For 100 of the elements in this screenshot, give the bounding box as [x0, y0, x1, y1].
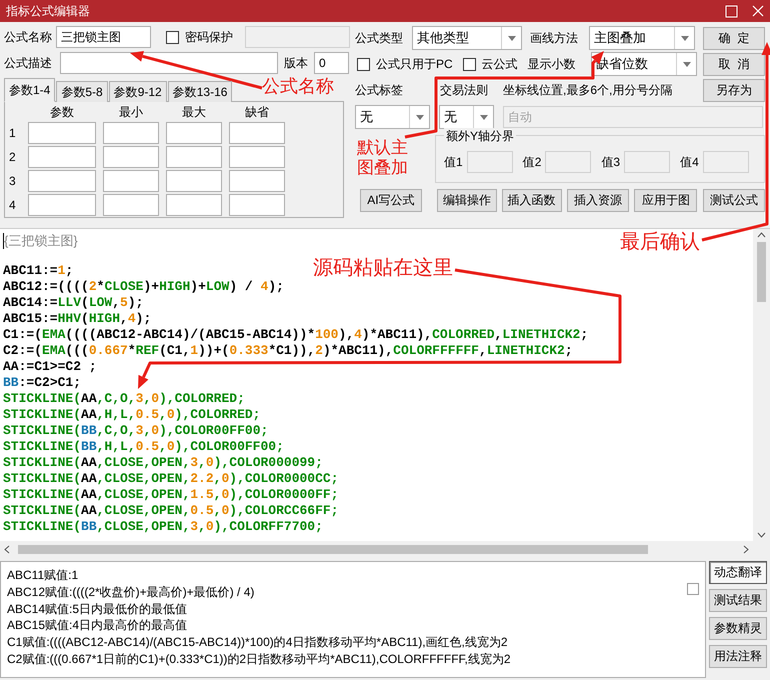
- translation-line: ABC11赋值:1: [7, 567, 78, 584]
- field-label: 值2: [522, 154, 542, 170]
- param-input[interactable]: [103, 146, 159, 168]
- field-label: 值3: [601, 154, 620, 170]
- annotation-text: 源码粘贴在这里: [313, 256, 453, 280]
- field-label: 版本: [284, 54, 308, 72]
- scroll-down-icon[interactable]: [757, 532, 766, 538]
- row-number: 3: [9, 174, 17, 188]
- field-label: 画线方法: [530, 30, 579, 46]
- code-line: C2:=(EMA(((0.667*REF(C1,1))+(0.333*C1)),2)*ABC11),COLORFFFFFF,LINETHICK2;: [3, 343, 573, 359]
- param-input[interactable]: [28, 170, 96, 192]
- code-line: ABC11:=1;: [3, 263, 74, 279]
- param-input[interactable]: [28, 194, 96, 216]
- param-input[interactable]: [229, 194, 285, 216]
- param-input[interactable]: [166, 146, 222, 168]
- param-input[interactable]: [103, 122, 159, 144]
- annotation-text: 最后确认: [620, 230, 700, 254]
- tag-dropdown[interactable]: 无: [355, 105, 430, 129]
- field-label: 值4: [680, 154, 699, 170]
- code-line: STICKLINE(AA,C,O,3,0),COLORRED;: [3, 391, 245, 407]
- param-input[interactable]: [166, 194, 222, 216]
- checkbox[interactable]: [166, 30, 179, 44]
- field-label: 公式标签: [355, 82, 404, 98]
- close-icon[interactable]: [752, 5, 764, 17]
- param-input[interactable]: [103, 170, 159, 192]
- row-number: 4: [9, 198, 17, 212]
- column-header: 最大: [181, 104, 207, 120]
- scroll-right-icon[interactable]: [743, 545, 749, 554]
- checkbox[interactable]: [462, 58, 476, 70]
- trade-rule-dropdown[interactable]: 无: [439, 105, 494, 129]
- scrollbar-thumb[interactable]: [757, 242, 766, 302]
- code-line: C1:=(EMA((((ABC12-ABC14)/(ABC15-ABC14))*100),4)*ABC11),COLORRED,LINETHICK2;: [3, 327, 588, 343]
- tab[interactable]: 参数1-4: [4, 78, 56, 102]
- field-label: 云公式: [482, 56, 518, 72]
- translation-line: ABC14赋值:5日内最低价的最低值: [7, 600, 188, 618]
- row-number: 1: [9, 126, 17, 140]
- draw-method-dropdown[interactable]: 主图叠加: [589, 26, 695, 50]
- translation-line: C1赋值:((((ABC12-ABC14)/(ABC15-ABC14))*100)的4日指数移动平均*ABC11),画红色,线宽为2: [7, 634, 508, 651]
- checkbox[interactable]: [687, 583, 699, 595]
- window-title: 指标公式编辑器: [6, 2, 91, 20]
- version-field[interactable]: 0: [314, 52, 349, 74]
- panel-button[interactable]: 参数精灵: [709, 617, 767, 640]
- param-input[interactable]: [103, 194, 159, 216]
- field-label: 公式只用于PC: [376, 56, 453, 72]
- scroll-left-icon[interactable]: [4, 545, 10, 554]
- field-label: 值1: [444, 154, 463, 170]
- panel-button[interactable]: 动态翻译: [709, 561, 767, 584]
- toolbar-button[interactable]: 应用于图: [634, 188, 698, 212]
- field-label: 交易法则: [440, 82, 489, 98]
- tab[interactable]: 参数13-16: [168, 81, 232, 102]
- save-as-button[interactable]: 另存为: [703, 78, 765, 102]
- ok-button[interactable]: 确 定: [703, 26, 765, 50]
- name-field[interactable]: 三把锁主图: [56, 26, 151, 48]
- translation-line: C2赋值:(((0.667*1日前的C1)+(0.333*C1))的2日指数移动平均*ABC11),COLORFFFFFF,线宽为2: [7, 650, 511, 668]
- toolbar-button[interactable]: 插入资源: [566, 188, 630, 212]
- formula-type-dropdown[interactable]: 其他类型: [412, 26, 522, 50]
- code-line: STICKLINE(AA,CLOSE,OPEN,0.5,0),COLORCC66FF;: [3, 503, 338, 519]
- code-line: STICKLINE(AA,CLOSE,OPEN,1.5,0),COLOR0000FF;: [3, 487, 338, 503]
- annotation-text: 默认主图叠加: [357, 138, 409, 179]
- code-line: STICKLINE(BB,C,O,3,0),COLOR00FF00;: [3, 423, 268, 439]
- maximize-icon[interactable]: [725, 4, 738, 18]
- param-input[interactable]: [28, 146, 96, 168]
- param-input[interactable]: [166, 122, 222, 144]
- scroll-up-icon[interactable]: [757, 232, 766, 238]
- toolbar-button[interactable]: AI写公式: [360, 188, 422, 212]
- field-label: 公式描述: [4, 54, 53, 72]
- description-field[interactable]: [60, 52, 278, 74]
- code-line: ABC12:=((((2*CLOSE)+HIGH)+LOW) / 4);: [3, 279, 284, 295]
- tab[interactable]: 参数9-12: [108, 81, 167, 102]
- annotation-text: 公式名称: [262, 76, 334, 98]
- toolbar-button[interactable]: 测试公式: [703, 188, 765, 212]
- param-input[interactable]: [229, 122, 285, 144]
- toolbar-button[interactable]: 插入函数: [502, 188, 562, 212]
- param-input[interactable]: [28, 122, 96, 144]
- toolbar-button[interactable]: 编辑操作: [436, 188, 497, 212]
- column-header: 参数: [49, 104, 75, 120]
- panel-button[interactable]: 测试结果: [709, 589, 767, 612]
- code-line: ABC15:=HHV(HIGH,4);: [3, 311, 152, 327]
- code-line: AA:=C1>=C2 ;: [3, 359, 97, 375]
- code-line: STICKLINE(AA,H,L,0.5,0),COLORRED;: [3, 407, 260, 423]
- field-label: 显示小数: [528, 56, 576, 72]
- column-header: 最小: [118, 104, 144, 120]
- column-header: 缺省: [244, 104, 270, 120]
- checkbox[interactable]: [357, 58, 370, 70]
- code-line: ABC14:=LLV(LOW,5);: [3, 295, 144, 311]
- code-line: STICKLINE(AA,CLOSE,OPEN,3,0),COLOR000099;: [3, 455, 323, 471]
- translation-line: ABC12赋值:((((2*收盘价)+最高价)+最低价) / 4): [7, 584, 254, 601]
- scrollbar-thumb[interactable]: [18, 545, 648, 554]
- param-input[interactable]: [229, 170, 285, 192]
- param-input[interactable]: [229, 146, 285, 168]
- param-input[interactable]: [166, 170, 222, 192]
- panel-button[interactable]: 用法注释: [709, 645, 767, 668]
- group-title: 额外Y轴分界: [444, 128, 516, 145]
- cancel-button[interactable]: 取 消: [703, 52, 765, 76]
- field-label: 公式名称: [4, 28, 53, 46]
- translation-line: ABC15赋值:4日内最高价的最高值: [7, 617, 188, 634]
- code-editor[interactable]: [0, 229, 753, 541]
- code-line: STICKLINE(AA,CLOSE,OPEN,2.2,0),COLOR0000CC;: [3, 471, 338, 487]
- tab[interactable]: 参数5-8: [56, 81, 108, 102]
- field-label: 公式类型: [355, 30, 404, 46]
